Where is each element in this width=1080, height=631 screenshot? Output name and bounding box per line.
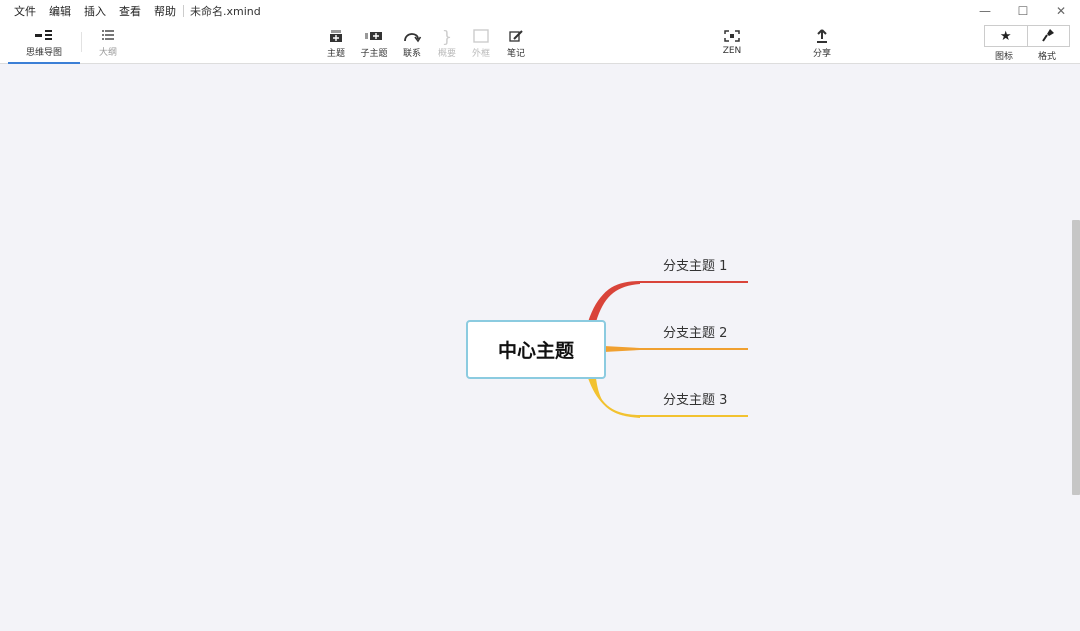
branch-connector-3-taper bbox=[588, 378, 640, 418]
central-topic[interactable]: 中心主题 bbox=[466, 320, 606, 379]
vertical-scrollbar[interactable] bbox=[1072, 220, 1080, 495]
branch-connectors bbox=[588, 281, 748, 418]
branch-connector-2-taper bbox=[604, 346, 640, 352]
branch-topic-3[interactable]: 分支主题 3 bbox=[663, 389, 727, 408]
branch-topic-1[interactable]: 分支主题 1 bbox=[663, 255, 727, 274]
branch-connector-1-taper bbox=[588, 282, 640, 322]
branch-topic-2[interactable]: 分支主题 2 bbox=[663, 322, 727, 341]
